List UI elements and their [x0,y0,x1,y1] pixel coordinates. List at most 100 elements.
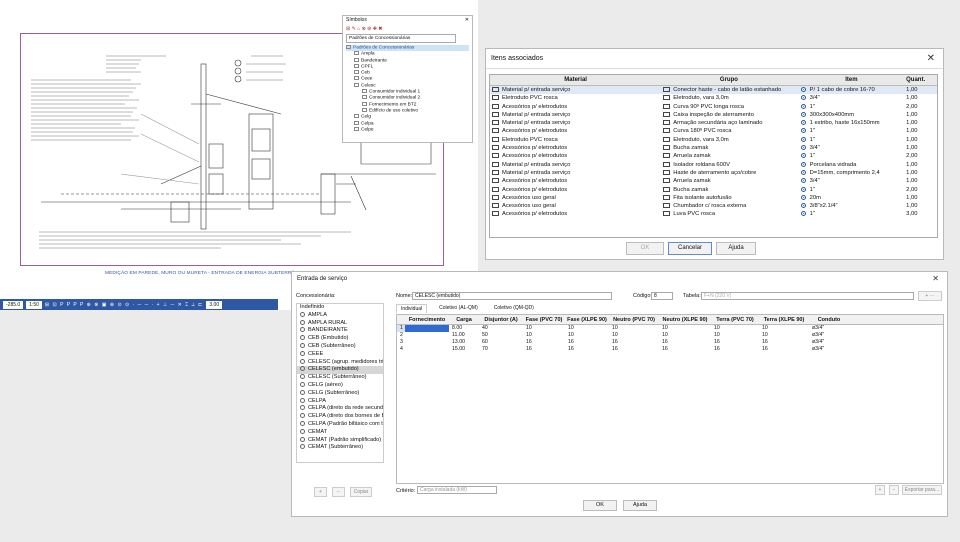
grid-cell[interactable]: 40 [479,325,523,332]
checkbox[interactable] [492,153,499,159]
table-row[interactable]: Acessórios uso geral Fita isolante autofu… [490,194,937,202]
list-item[interactable]: Indefinido [297,304,383,312]
list-item[interactable]: CELPA (direto dos bornes de B [297,413,383,421]
tabela-buttons[interactable]: + ··· [918,291,942,301]
snap-tools-icons[interactable]: ⊞ ⊡ P P P P ⊕ ⊗ ▣ ⊕ ⊙ ⊙ · ─ ─ · + ⊥ ─ ✕ … [45,302,203,308]
checkbox[interactable] [492,120,499,126]
grid-header-cell[interactable]: Terra (PVC 70) [711,315,759,324]
grid-cell[interactable]: 10 [523,325,565,332]
ok-button[interactable]: OK [583,500,617,511]
tabela-select[interactable]: F+N (220 V) [701,292,914,300]
grid-cell[interactable]: 10 [711,332,759,339]
grid-header-cell[interactable]: Fase (PVC 70) [523,315,565,324]
entrada-servico-dialog[interactable]: Entrada de serviço ✕ Concessionária: Nom… [291,271,948,517]
grid-cell[interactable]: 10 [711,325,759,332]
grid-cell[interactable]: 16 [523,346,565,353]
list-item[interactable]: BANDEIRANTE [297,327,383,335]
list-item[interactable]: CELPA (direto da rede secundá [297,405,383,413]
item-radio-icon[interactable] [800,136,806,142]
checkbox[interactable] [492,169,499,175]
checkbox[interactable] [492,111,499,117]
entrada-tabs[interactable]: Individual Coletivo (AL-QM) Coletivo (QM-Q… [396,304,538,313]
table-row[interactable]: Material p/ entrada serviço Haste de ater… [490,169,937,177]
grid-header-cell[interactable]: Carga [449,315,479,324]
grid-row[interactable]: 3 13.00 60 16 16 16 16 16 16 ø3/4" [397,339,943,346]
tab-2[interactable]: Coletivo (QM-QD) [490,304,538,313]
grid-cell[interactable]: 16 [523,339,565,346]
itens-table-body[interactable]: Material p/ entrada serviço Conector hast… [490,86,937,219]
grid-header-cell[interactable] [397,315,405,324]
grid-cell[interactable]: 3 [397,339,405,346]
grid-cell[interactable]: 60 [479,339,523,346]
item-radio-icon[interactable] [800,86,806,92]
list-item[interactable]: CEMAT (Subterrâneo) [297,444,383,452]
list-item[interactable]: CEEE [297,351,383,359]
grid-cell[interactable]: 10 [565,325,609,332]
codigo-field[interactable]: 8 [651,292,673,300]
grid-cell[interactable]: 70 [479,346,523,353]
checkbox[interactable] [492,203,499,209]
grid-cell[interactable]: 10 [759,332,809,339]
grid-cell[interactable]: 1 [397,325,405,332]
grid-cell[interactable]: 10 [609,332,659,339]
grid-cell[interactable]: 10 [659,325,711,332]
item-radio-icon[interactable] [800,111,806,117]
fornecimento-grid[interactable]: Fornecimento Carga Disjuntor (A) Fase (PVC … [396,314,944,484]
grid-header-cell[interactable]: Conduto [809,315,849,324]
table-row[interactable]: Material p/ entrada serviço Caixa inspeçã… [490,111,937,119]
grid-cell[interactable]: ø3/4" [809,339,849,346]
grid-cell[interactable] [405,332,449,339]
grid-cell[interactable]: 10 [659,332,711,339]
table-row[interactable]: Material p/ entrada serviço Armação secun… [490,119,937,127]
grid-cell[interactable]: ø3/4" [809,325,849,332]
export-button[interactable]: Exportar para... [902,485,942,495]
item-radio-icon[interactable] [800,211,806,217]
remove-row-button[interactable]: − [889,485,899,495]
grid-cell[interactable] [405,346,449,353]
grid-cell[interactable]: 10 [609,325,659,332]
itens-table[interactable]: Material Grupo Item Quant. Material p/ e… [489,74,938,238]
close-icon[interactable]: ✕ [932,272,939,286]
table-row[interactable]: Material p/ entrada serviço Isolador rold… [490,161,937,169]
concessionaria-list[interactable]: Indefinido AMPLA AMPLA RURAL BANDEIRANTE CEB… [296,303,384,463]
copy-button[interactable]: Copiar [350,487,372,497]
list-item[interactable]: CEMAT [297,429,383,437]
criterio-select[interactable]: Carga instalada (kW) [417,486,497,494]
table-row[interactable]: Eletroduto PVC rosca Eletroduto, vara 3,0… [490,136,937,144]
grid-cell[interactable]: 16 [609,346,659,353]
item-radio-icon[interactable] [800,169,806,175]
header-grupo[interactable]: Grupo [661,75,796,85]
table-row[interactable]: Acessórios p/ eletrodutos Luva PVC rosca 1… [490,210,937,218]
checkbox[interactable] [492,186,499,192]
checkbox[interactable] [492,95,499,101]
table-row[interactable]: Acessórios p/ eletrodutos Arruela zamak 1"… [490,152,937,160]
tree-item[interactable]: Celpe [346,126,469,133]
help-button[interactable]: Ajuda [623,500,657,511]
table-row[interactable]: Acessórios p/ eletrodutos Bucha zamak 1" 2,… [490,186,937,194]
checkbox[interactable] [492,194,499,200]
list-item[interactable]: CELESC (agrup. medidores trifá [297,359,383,367]
item-radio-icon[interactable] [800,178,806,184]
list-item[interactable]: CELESC (embutido) [297,366,383,375]
grid-header-cell[interactable]: Terra (XLPE 90) [759,315,809,324]
table-row[interactable]: Acessórios p/ eletrodutos Arruela zamak 3/… [490,177,937,185]
item-radio-icon[interactable] [800,95,806,101]
add-row-button[interactable]: + [875,485,885,495]
table-row[interactable]: Acessórios p/ eletrodutos Bucha zamak 3/4"… [490,144,937,152]
checkbox[interactable] [492,211,499,217]
grid-cell[interactable]: 11.00 [449,332,479,339]
item-radio-icon[interactable] [800,203,806,209]
checkbox[interactable] [492,103,499,109]
checkbox[interactable] [492,161,499,167]
grid-cell[interactable]: 10 [565,332,609,339]
symbols-toolbar[interactable]: ⊞ ✎ ⌂ ⊗ ⊛ ✚ ✖ [343,24,472,33]
symbols-panel[interactable]: Símbolos ✕ ⊞ ✎ ⌂ ⊗ ⊛ ✚ ✖ Padrões de Conc… [342,15,473,143]
cancel-button[interactable]: Cancelar [668,242,712,255]
header-quant[interactable]: Quant. [906,75,937,85]
cad-status-toolbar[interactable]: -285.0 1:50 ⊞ ⊡ P P P P ⊕ ⊗ ▣ ⊕ ⊙ ⊙ · ─ … [0,299,278,310]
checkbox[interactable] [492,86,499,92]
grid-cell[interactable]: 10 [523,332,565,339]
checkbox[interactable] [492,136,499,142]
symbols-tree[interactable]: Padrões de Concessionárias Ampla Bandeiran… [343,44,472,134]
symbol-tools-icons[interactable]: ⊞ ✎ ⌂ ⊗ ⊛ ✚ ✖ [346,26,383,32]
